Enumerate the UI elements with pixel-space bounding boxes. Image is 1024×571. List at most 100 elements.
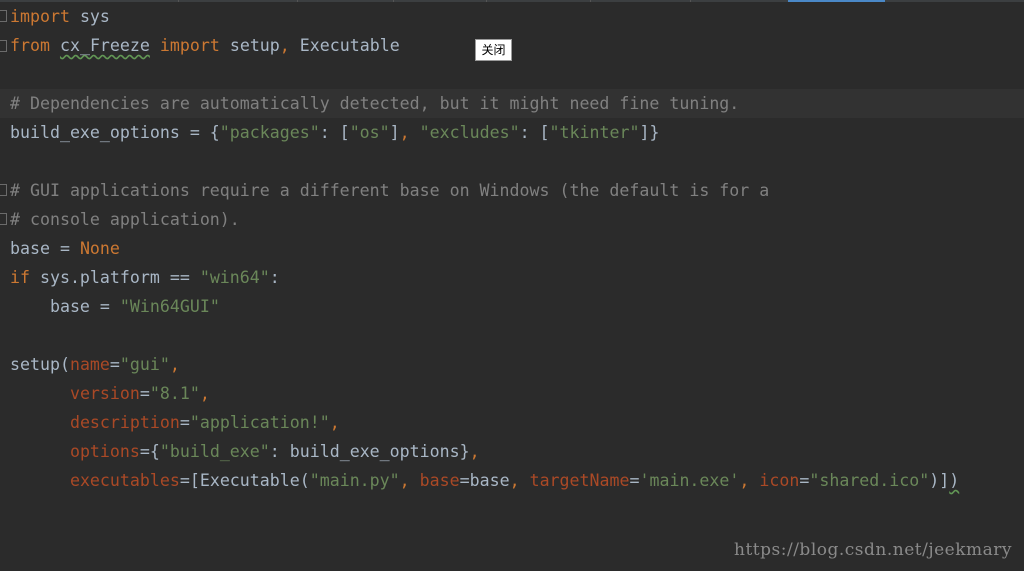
- code-token: name: [69, 355, 110, 374]
- code-token: ): [949, 471, 960, 490]
- code-line[interactable]: import sys: [10, 2, 110, 31]
- code-token: ={: [139, 442, 160, 461]
- code-line[interactable]: base = None: [10, 234, 120, 263]
- code-line[interactable]: if sys.platform == "win64":: [10, 263, 280, 292]
- code-token: =: [179, 413, 190, 432]
- code-token: None: [79, 239, 120, 258]
- code-token: sys.platform ==: [29, 268, 200, 287]
- code-token: setup: [219, 36, 280, 55]
- code-token: =: [629, 471, 640, 490]
- code-token: base =: [10, 239, 80, 258]
- code-line[interactable]: from cx_Freeze import setup, Executable: [10, 31, 400, 60]
- code-token: "8.1": [149, 384, 200, 403]
- fold-marker-icon[interactable]: [0, 184, 7, 196]
- code-token: : [: [519, 123, 550, 142]
- active-tab-indicator: [788, 0, 885, 2]
- tab-separator: [297, 0, 298, 2]
- code-line[interactable]: build_exe_options = {"packages": ["os"],…: [10, 118, 659, 147]
- code-token: if: [10, 268, 30, 287]
- code-line[interactable]: description="application!",: [10, 408, 340, 437]
- code-token: build_exe_options = {: [10, 123, 220, 142]
- code-line[interactable]: base = "Win64GUI": [10, 292, 220, 321]
- code-token: =: [799, 471, 810, 490]
- code-token: version: [69, 384, 140, 403]
- code-token: ]}: [639, 123, 660, 142]
- code-token: "shared.ico": [809, 471, 930, 490]
- code-token: "packages": [219, 123, 320, 142]
- code-token: icon: [759, 471, 800, 490]
- code-token: setup(: [10, 355, 70, 374]
- code-token: "main.py": [309, 471, 400, 490]
- code-token: # console application).: [10, 210, 240, 229]
- code-line[interactable]: setup(name="gui",: [10, 350, 180, 379]
- code-line[interactable]: # console application).: [10, 205, 240, 234]
- code-token: ,: [399, 123, 410, 142]
- code-token: import: [10, 7, 70, 26]
- code-token: =[Executable(: [179, 471, 310, 490]
- code-token: "Win64GUI": [119, 297, 220, 316]
- code-token: ,: [399, 471, 410, 490]
- code-line[interactable]: version="8.1",: [10, 379, 210, 408]
- code-token: "tkinter": [549, 123, 640, 142]
- code-token: ,: [329, 413, 340, 432]
- code-token: ,: [169, 355, 180, 374]
- code-token: Executable: [289, 36, 400, 55]
- code-token: ,: [199, 384, 210, 403]
- fold-marker-icon[interactable]: [0, 10, 7, 22]
- code-token: ,: [509, 471, 520, 490]
- code-token: from: [10, 36, 50, 55]
- code-token: description: [69, 413, 180, 432]
- code-token: =: [109, 355, 120, 374]
- code-token: =: [139, 384, 150, 403]
- tab-separator: [178, 0, 179, 2]
- tab-separator: [590, 0, 591, 2]
- code-token: ,: [469, 442, 480, 461]
- code-token: executables: [69, 471, 180, 490]
- code-token: import: [159, 36, 220, 55]
- code-token: ,: [739, 471, 750, 490]
- tab-separator: [690, 0, 691, 2]
- fold-marker-icon[interactable]: [0, 213, 7, 225]
- code-token: "win64": [199, 268, 270, 287]
- watermark-url: https://blog.csdn.net/jeekmary: [734, 540, 1012, 560]
- code-token: : [: [319, 123, 350, 142]
- code-token: cx_Freeze: [59, 36, 150, 55]
- code-token: :: [269, 268, 280, 287]
- code-token: "gui": [119, 355, 170, 374]
- code-line[interactable]: executables=[Executable("main.py", base=…: [10, 466, 959, 495]
- code-token: base: [419, 471, 460, 490]
- code-editor[interactable]: import sys from cx_Freeze import setup, E…: [0, 0, 1024, 571]
- close-tooltip[interactable]: 关闭: [475, 39, 512, 61]
- tab-separator: [486, 0, 487, 2]
- code-token: base =: [10, 297, 120, 316]
- code-line[interactable]: # Dependencies are automatically detecte…: [10, 89, 739, 118]
- code-token: =base: [459, 471, 510, 490]
- code-token: options: [69, 442, 140, 461]
- code-token: "application!": [189, 413, 330, 432]
- code-token: # GUI applications require a different b…: [10, 181, 770, 200]
- code-token: sys: [69, 7, 110, 26]
- tab-separator: [393, 0, 394, 2]
- code-token: targetName: [529, 471, 630, 490]
- code-token: ,: [279, 36, 290, 55]
- code-token: : build_exe_options}: [269, 442, 470, 461]
- code-token: "build_exe": [159, 442, 270, 461]
- code-line[interactable]: options={"build_exe": build_exe_options}…: [10, 437, 480, 466]
- code-token: "os": [349, 123, 390, 142]
- code-line[interactable]: # GUI applications require a different b…: [10, 176, 769, 205]
- fold-marker-icon[interactable]: [0, 40, 7, 52]
- code-token: # Dependencies are automatically detecte…: [10, 94, 740, 113]
- code-token: )]: [929, 471, 950, 490]
- code-token: ]: [389, 123, 400, 142]
- code-token: "excludes": [419, 123, 520, 142]
